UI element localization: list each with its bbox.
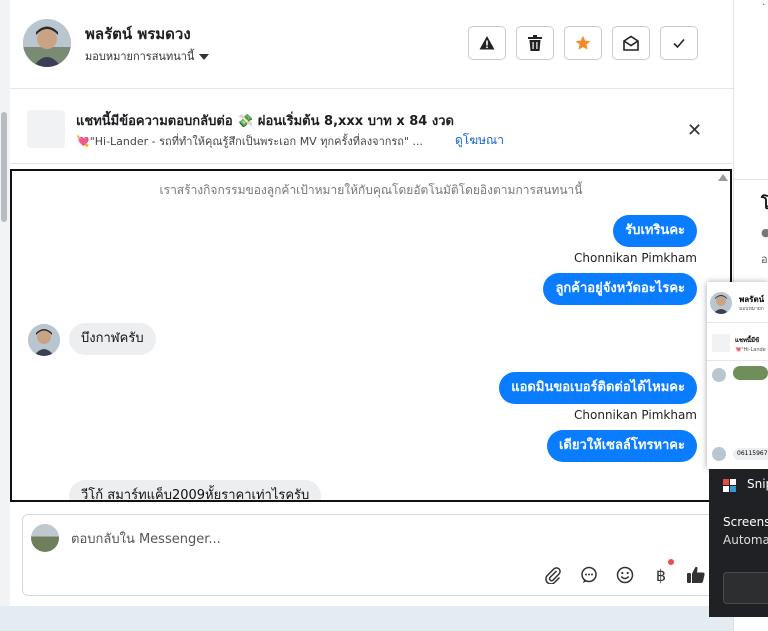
report-button[interactable] [468, 26, 506, 60]
bottom-bar [0, 606, 733, 631]
avatar [28, 324, 60, 356]
contact-name: พลรัตน์ พรมดวง [85, 25, 191, 43]
check-icon [673, 38, 685, 49]
incoming-message[interactable]: วีโก้ สมาร์ทแค็บ2009หั้ยราคาเท่าไรครับ [69, 480, 322, 500]
right-panel-row: อ [761, 253, 768, 266]
assign-dropdown[interactable]: มอบหมายการสนทนานี้ [85, 47, 210, 65]
outgoing-message[interactable]: แอดมินขอเบอร์ติดต่อได้ไหมคะ [499, 372, 697, 404]
image-message [733, 366, 768, 380]
divider [734, 179, 768, 180]
system-note: เราสร้างกิจกรรมของลูกค้าเป้าหมายให้กับคุ… [159, 183, 583, 197]
right-panel-heading: โ [761, 192, 768, 217]
notification-dot [668, 559, 674, 565]
mark-done-button[interactable] [660, 26, 698, 60]
caret-down-icon [199, 54, 210, 60]
emoji-icon[interactable] [613, 563, 637, 587]
conversation-panel: พลรัตน์ พรมดวง มอบหมายการสนทนานี้ แชทนี้… [10, 0, 733, 606]
star-icon [575, 35, 591, 50]
outgoing-message[interactable]: เดียวให้เซลล์โทรหาคะ [546, 430, 697, 462]
warning-icon [479, 36, 495, 50]
page-avatar [31, 524, 59, 552]
conversation-header: พลรัตน์ พรมดวง มอบหมายการสนทนานี้ [10, 0, 733, 89]
snip-icon [723, 477, 736, 492]
envelope-open-icon [623, 35, 639, 51]
ad-thumbnail [27, 110, 65, 148]
avatar [710, 292, 732, 314]
outgoing-message[interactable]: ลูกค้าอยู่จังหวัดอะไรคะ [543, 273, 697, 305]
attachment-icon[interactable] [541, 563, 565, 587]
toast-button[interactable] [723, 572, 768, 604]
ad-subtitle: 💘"Hi-Lander - รถที่ทำให้คุณรู้สึกเป็นพระ… [76, 135, 424, 148]
reply-composer: ฿ [22, 514, 725, 596]
mini-conversation-preview[interactable]: พลรัตน์ มอบหมายก แชทนี้มีข้ 💘"Hi-Lande 0… [707, 282, 768, 469]
scroll-up-arrow-icon[interactable] [718, 174, 728, 181]
ad-title: แชทนี้มีข้อความตอบกลับต่อ 💸 ผ่อนเริ่มต้น… [76, 114, 454, 129]
toast-line1: Screens [723, 515, 768, 529]
mark-unread-button[interactable] [612, 26, 650, 60]
assign-label: มอบหมายการสนทนานี้ [85, 50, 195, 63]
sender-name: Chonnikan Pimkham [574, 251, 697, 265]
close-icon[interactable]: ✕ [687, 120, 702, 141]
message-list[interactable]: เราสร้างกิจกรรมของลูกค้าเป้าหมายให้กับคุ… [10, 169, 732, 502]
info-icon: ● [761, 226, 768, 239]
delete-button[interactable] [516, 26, 554, 60]
avatar[interactable] [23, 19, 71, 67]
left-scroll-thumb[interactable] [1, 112, 7, 222]
popup-ad-sub: 💘"Hi-Lande [735, 347, 766, 353]
incoming-message[interactable]: บึงกาฬครับ [69, 323, 156, 355]
toast-line2: Automa [723, 533, 768, 547]
outgoing-message[interactable]: รับเทรินคะ [613, 215, 697, 247]
popup-ad-title: แชทนี้มีข้ [735, 337, 760, 344]
popup-phone: 061159676 [733, 448, 768, 460]
star-button[interactable] [564, 26, 602, 60]
snip-notification[interactable]: Snip Screens Automa [709, 469, 768, 617]
saved-reply-icon[interactable] [577, 563, 601, 587]
ad-banner: แชทนี้มีข้อความตอบกลับต่อ 💸 ผ่อนเริ่มต้น… [10, 89, 733, 164]
sender-name: Chonnikan Pimkham [574, 408, 697, 422]
view-ad-link[interactable]: ดูโฆษณา [455, 131, 504, 150]
payment-baht-icon[interactable]: ฿ [649, 563, 673, 587]
thumbs-up-icon[interactable] [684, 563, 708, 587]
popup-sub: มอบหมายก [739, 306, 764, 312]
toast-app-name: Snip [747, 477, 768, 491]
trash-icon [528, 35, 542, 51]
reply-input[interactable] [69, 524, 673, 554]
